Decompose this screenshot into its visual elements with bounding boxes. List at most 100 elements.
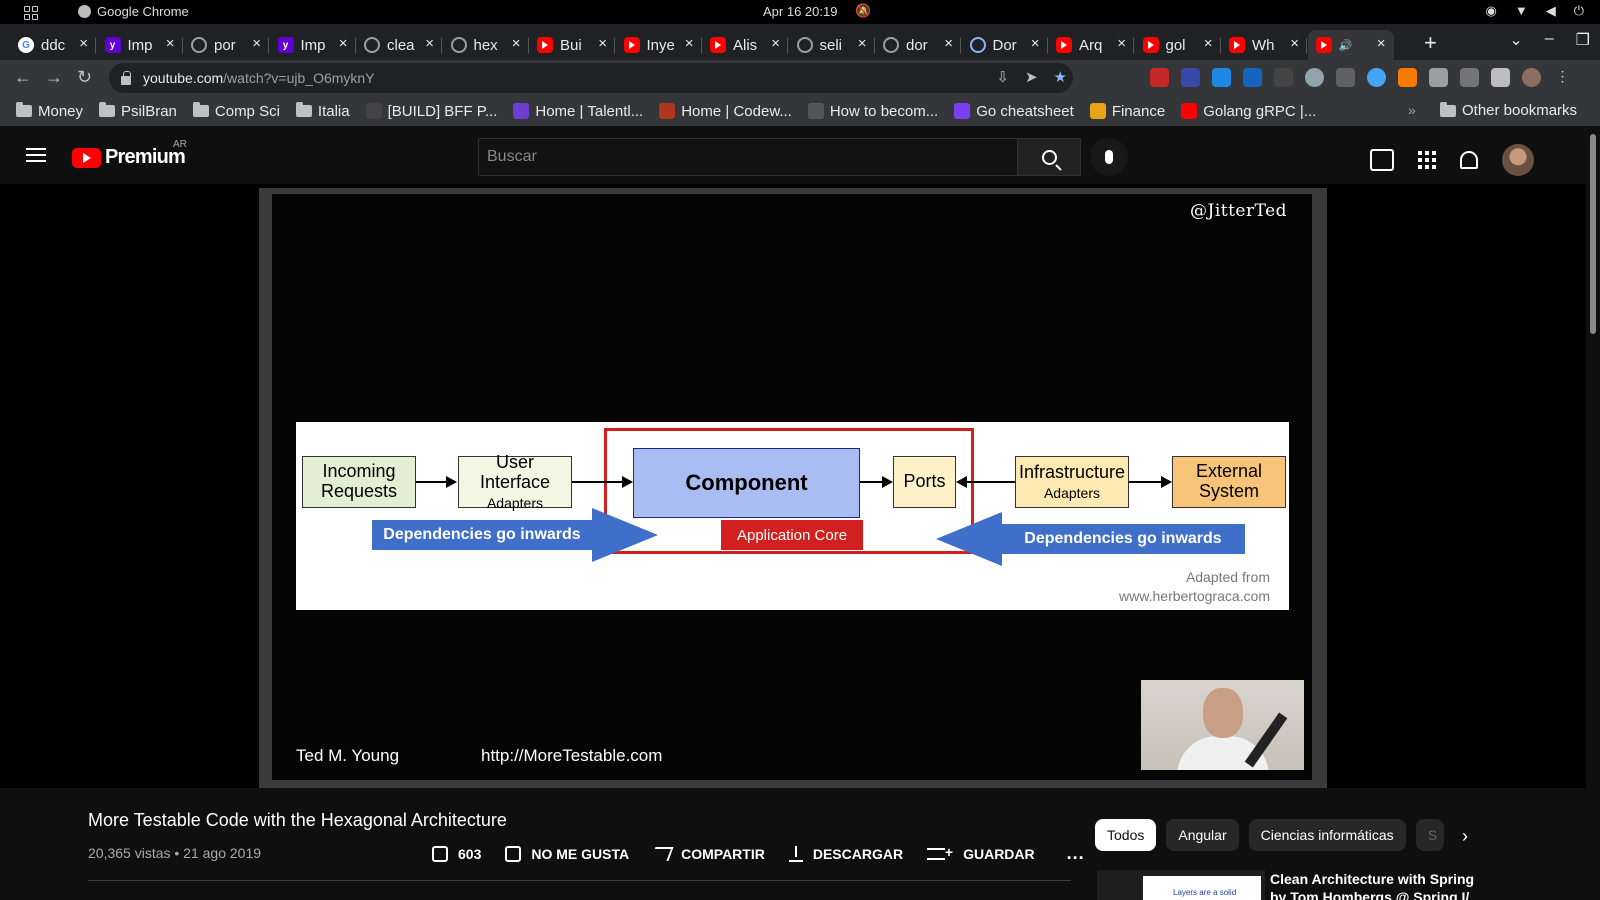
close-tab-icon[interactable]: × — [79, 35, 88, 52]
chevron-right-icon[interactable]: › — [1462, 826, 1468, 847]
bookmarks-overflow-icon[interactable]: » — [1408, 102, 1416, 118]
close-tab-icon[interactable]: × — [771, 35, 780, 52]
clock[interactable]: Apr 16 20:19 — [763, 4, 837, 19]
extension-icon[interactable] — [1336, 68, 1355, 87]
system-tray[interactable]: ◉ ▼ ◀ ⏻ — [1485, 3, 1584, 19]
browser-tab[interactable]: Arq × — [1048, 30, 1134, 60]
extension-icon[interactable] — [1212, 68, 1231, 87]
close-tab-icon[interactable]: × — [944, 35, 953, 52]
app-grid-icon[interactable] — [24, 6, 38, 20]
bookmark-folder[interactable]: PsilBran — [99, 102, 177, 120]
close-tab-icon[interactable]: × — [425, 35, 434, 52]
browser-tab[interactable]: gol × — [1135, 30, 1221, 60]
bookmark-item[interactable]: How to becom... — [807, 103, 938, 120]
reading-list-icon[interactable] — [1460, 68, 1479, 87]
close-tab-icon[interactable]: × — [252, 35, 261, 52]
extension-icon[interactable] — [1243, 68, 1262, 87]
close-tab-icon[interactable]: × — [1377, 35, 1386, 52]
like-button[interactable]: 603 — [432, 845, 481, 862]
extension-icon[interactable] — [1274, 68, 1293, 87]
bookmark-item[interactable]: Finance — [1089, 103, 1165, 120]
address-bar[interactable]: youtube.com/watch?v=ujb_O6myknY ⇩ ➤ ★ — [109, 63, 1073, 93]
menu-icon[interactable] — [26, 148, 46, 162]
new-tab-button[interactable]: + — [1424, 30, 1437, 56]
apps-icon[interactable] — [1418, 151, 1436, 169]
notifications-icon[interactable] — [1460, 151, 1478, 169]
chip-ciencias[interactable]: Ciencias informáticas — [1248, 819, 1406, 851]
active-app[interactable]: Google Chrome — [78, 4, 189, 19]
close-tab-icon[interactable]: × — [858, 35, 867, 52]
bookmark-item[interactable]: Home | Codew... — [659, 103, 792, 120]
bookmark-folder[interactable]: Comp Sci — [192, 102, 280, 120]
browser-tab[interactable]: dor × — [875, 30, 961, 60]
profile-icon[interactable] — [1522, 68, 1541, 87]
chip-angular[interactable]: Angular — [1166, 819, 1239, 851]
reload-button[interactable]: ↻ — [77, 67, 92, 88]
close-tab-icon[interactable]: × — [1117, 35, 1126, 52]
metamask-icon[interactable] — [1398, 68, 1417, 87]
browser-tab[interactable]: Gddc × — [10, 30, 96, 60]
speaker-icon[interactable]: 🔊 — [1339, 39, 1353, 52]
maximize-icon[interactable]: ❐ — [1576, 30, 1590, 50]
share-button[interactable]: COMPARTIR — [650, 846, 765, 862]
dislike-button[interactable]: NO ME GUSTA — [505, 845, 629, 862]
bookmark-folder[interactable]: Money — [16, 102, 83, 120]
youtube-logo[interactable]: Premium AR — [72, 139, 187, 169]
avatar[interactable] — [1502, 144, 1534, 176]
close-tab-icon[interactable]: × — [339, 35, 348, 52]
side-panel-icon[interactable] — [1491, 68, 1510, 87]
forward-button[interactable]: → — [45, 67, 63, 88]
browser-tab[interactable]: Inye × — [616, 30, 702, 60]
menu-kebab-icon[interactable]: ⋮ — [1553, 68, 1572, 87]
scrollbar-thumb[interactable] — [1590, 134, 1596, 334]
back-button[interactable]: ← — [14, 67, 32, 88]
browser-tab[interactable]: Alis × — [702, 30, 788, 60]
browser-tab[interactable]: Wh × — [1221, 30, 1307, 60]
download-button[interactable]: DESCARGAR — [788, 845, 903, 862]
extension-icon[interactable] — [1181, 68, 1200, 87]
close-tab-icon[interactable]: × — [166, 35, 175, 52]
puzzle-icon[interactable] — [1429, 68, 1448, 87]
browser-tab[interactable]: 🔊 × — [1307, 30, 1394, 60]
save-button[interactable]: GUARDAR — [927, 844, 1035, 862]
browser-tab[interactable]: por × — [183, 30, 269, 60]
extension-icon[interactable] — [1367, 68, 1386, 87]
send-icon[interactable]: ➤ — [1025, 68, 1038, 86]
close-tab-icon[interactable]: × — [685, 35, 694, 52]
browser-tab[interactable]: Dor × — [962, 30, 1048, 60]
extension-icon[interactable] — [1305, 68, 1324, 87]
close-tab-icon[interactable]: × — [512, 35, 521, 52]
bookmark-star-icon[interactable]: ★ — [1054, 68, 1067, 86]
browser-tab[interactable]: Bui × — [529, 30, 615, 60]
bookmark-item[interactable]: Golang gRPC |... — [1181, 103, 1316, 120]
create-video-icon[interactable] — [1370, 149, 1394, 171]
wifi-icon: ▼ — [1514, 3, 1528, 18]
adblock-icon[interactable] — [1150, 68, 1169, 87]
close-tab-icon[interactable]: × — [1290, 35, 1299, 52]
close-tab-icon[interactable]: × — [1031, 35, 1040, 52]
bookmark-folder[interactable]: Italia — [295, 102, 350, 120]
chip-todos[interactable]: Todos — [1095, 819, 1157, 851]
browser-tab[interactable]: hex × — [443, 30, 529, 60]
search-button[interactable] — [1017, 138, 1081, 176]
voice-search-button[interactable] — [1090, 138, 1128, 176]
close-tab-icon[interactable]: × — [598, 35, 607, 52]
bookmark-item[interactable]: [BUILD] BFF P... — [365, 103, 497, 120]
minimize-icon[interactable]: – — [1545, 30, 1554, 50]
close-tab-icon[interactable]: × — [1204, 35, 1213, 52]
more-actions-button[interactable]: ... — [1067, 843, 1085, 864]
chip-truncated[interactable]: S — [1415, 819, 1444, 851]
recommendation-title[interactable]: Clean Architecture with Spring by Tom Ho… — [1270, 870, 1480, 900]
recommendation-thumbnail[interactable]: Layers are a solid — [1097, 870, 1265, 900]
other-bookmarks[interactable]: Other bookmarks — [1440, 101, 1577, 119]
scrollbar[interactable] — [1586, 126, 1600, 900]
tab-search-icon[interactable]: ⌄ — [1509, 30, 1522, 50]
browser-tab[interactable]: y Imp × — [97, 30, 183, 60]
browser-tab[interactable]: y Imp × — [270, 30, 356, 60]
browser-tab[interactable]: clea × — [356, 30, 442, 60]
install-icon[interactable]: ⇩ — [996, 68, 1009, 86]
browser-tab[interactable]: seli × — [789, 30, 875, 60]
bookmark-item[interactable]: Home | Talentl... — [513, 103, 643, 120]
search-input[interactable]: Buscar — [478, 138, 1018, 176]
bookmark-item[interactable]: Go cheatsheet — [954, 103, 1074, 120]
